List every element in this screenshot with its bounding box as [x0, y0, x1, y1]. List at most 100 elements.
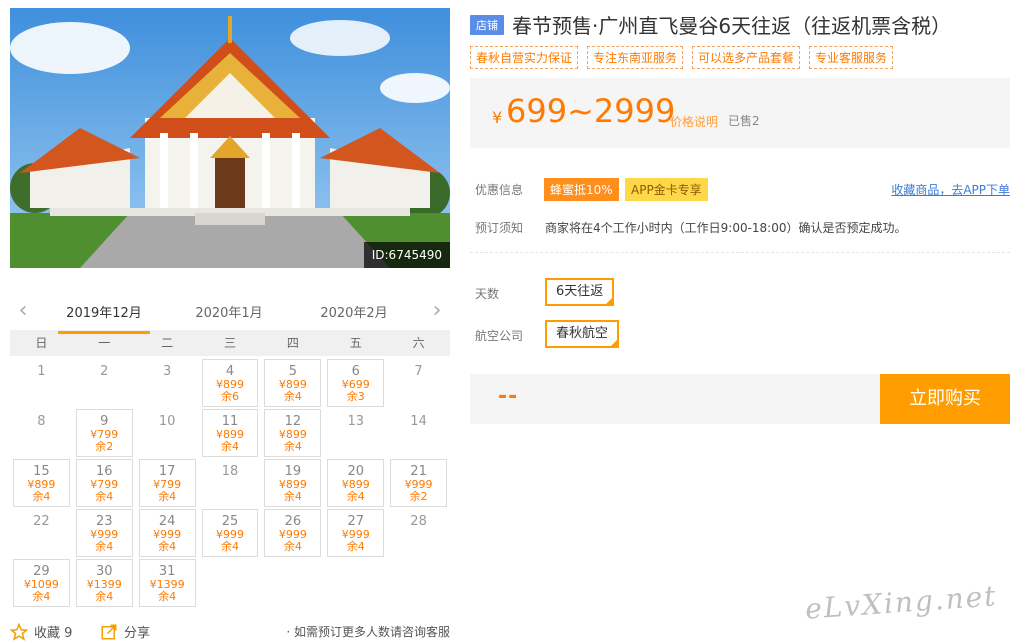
calendar-day-available[interactable]: 29 ¥1099 余4: [13, 559, 70, 607]
service-tag: 专注东南亚服务: [587, 46, 684, 69]
calendar-day-available[interactable]: 5 ¥899 余4: [264, 359, 322, 407]
day-stock: 余4: [158, 540, 177, 553]
day-number: 2: [100, 364, 109, 379]
day-stock: 余4: [32, 490, 51, 503]
calendar-day-available[interactable]: 19 ¥899 余4: [264, 459, 322, 507]
calendar-day-available[interactable]: 30 ¥1399 余4: [75, 559, 133, 607]
day-number: 14: [410, 414, 427, 429]
calendar-day-available[interactable]: 23 ¥999 余4: [75, 509, 133, 557]
price-box: ¥ 699~2999 价格说明 已售2: [470, 78, 1010, 148]
product-page: ID:6745490 ‹ 2019年12月 2020年1月 2020年2月 › …: [0, 0, 1014, 642]
day-number: 22: [33, 514, 50, 529]
booking-notice: 商家将在4个工作小时内（工作日9:00-18:00）确认是否预定成功。: [545, 221, 907, 235]
share-icon: [101, 624, 117, 639]
day-stock: 余4: [32, 590, 51, 603]
calendar-day-available[interactable]: 12 ¥899 余4: [264, 409, 322, 457]
tab-month-3[interactable]: 2020年2月: [308, 302, 400, 331]
group-booking-note: · 如需预订更多人数请咨询客服: [286, 625, 450, 639]
watermark: eLvXing.net: [804, 579, 999, 626]
day-number: 26: [284, 514, 302, 529]
chevron-right-icon[interactable]: ›: [428, 300, 446, 323]
shop-badge[interactable]: 店铺: [470, 14, 504, 35]
day-number: 23: [96, 514, 113, 529]
calendar-day-available[interactable]: 21 ¥999 余2: [390, 459, 447, 507]
day-number: 16: [96, 464, 113, 479]
day-number: 24: [158, 514, 176, 529]
favorite-button[interactable]: 收藏 9: [10, 622, 72, 641]
weekday-label: 五: [349, 336, 362, 350]
buy-bar: -- 立即购买: [470, 374, 1010, 424]
service-tag: 春秋自营实力保证: [470, 46, 579, 69]
day-stock: 余4: [95, 490, 114, 503]
temple-photo: [10, 8, 450, 268]
day-number: 29: [33, 564, 50, 579]
day-stock: 余4: [346, 490, 365, 503]
calendar-day-available[interactable]: 15 ¥899 余4: [13, 459, 70, 507]
day-stock: 余4: [283, 390, 302, 403]
calendar-day: 22: [12, 509, 71, 559]
sold-count: 已售2: [728, 114, 760, 128]
product-title-row: 店铺 春节预售·广州直飞曼谷6天往返（往返机票含税）: [470, 10, 1010, 39]
promo-label: 优惠信息: [475, 183, 524, 197]
calendar-day-available[interactable]: 4 ¥899 余6: [201, 359, 259, 407]
day-number: 25: [221, 514, 239, 529]
calendar-day-available[interactable]: 25 ¥999 余4: [201, 509, 259, 557]
day-number: 6: [351, 364, 360, 379]
day-number: 19: [284, 464, 302, 479]
day-stock: 余4: [346, 540, 365, 553]
day-number: 10: [158, 414, 176, 429]
day-number: 4: [225, 364, 235, 379]
day-stock: 余4: [95, 540, 114, 553]
day-number: 5: [288, 364, 297, 379]
share-button[interactable]: 分享: [100, 622, 150, 641]
favorite-app-link[interactable]: 收藏商品，去APP下单: [891, 181, 1010, 198]
day-number: 13: [347, 414, 364, 429]
day-stock: 余6: [220, 390, 239, 403]
price-explain-link[interactable]: 价格说明: [670, 113, 718, 130]
chevron-left-icon[interactable]: ‹: [14, 300, 32, 323]
price-calendar: ‹ 2019年12月 2020年1月 2020年2月 › 日 一 二 三 四 五…: [10, 296, 450, 609]
month-switcher: ‹ 2019年12月 2020年1月 2020年2月 ›: [10, 296, 450, 334]
day-stock: 余4: [95, 590, 114, 603]
product-title: 春节预售·广州直飞曼谷6天往返（往返机票含税）: [512, 14, 952, 38]
promo-badge-app: APP金卡专享: [625, 178, 708, 201]
section-divider: [470, 252, 1010, 253]
day-number: 31: [158, 564, 176, 579]
weekday-label: 六: [412, 336, 425, 350]
day-stock: 余4: [283, 490, 302, 503]
calendar-day-available[interactable]: 16 ¥799 余4: [75, 459, 133, 507]
day-number: 7: [414, 364, 423, 379]
day-number: 3: [162, 364, 172, 379]
day-stock: 余4: [220, 440, 239, 453]
service-tags: 春秋自营实力保证 专注东南亚服务 可以选多产品套餐 专业客服服务: [470, 46, 902, 69]
day-number: 21: [410, 464, 427, 479]
calendar-day-available[interactable]: 27 ¥999 余4: [327, 509, 385, 557]
calendar-day-available[interactable]: 9 ¥799 余2: [75, 409, 133, 457]
days-option[interactable]: 6天往返: [545, 278, 615, 308]
calendar-day: 28: [389, 509, 448, 559]
buy-now-button[interactable]: 立即购买: [880, 374, 1010, 424]
day-number: 20: [347, 464, 364, 479]
calendar-day-available[interactable]: 11 ¥899 余4: [201, 409, 259, 457]
favorite-label: 收藏 9: [34, 626, 73, 641]
days-label: 天数: [475, 287, 500, 301]
day-number: 9: [100, 414, 109, 429]
calendar-day-available[interactable]: 6 ¥699 余3: [327, 359, 385, 407]
calendar-day: 13: [326, 409, 385, 459]
day-stock: 余4: [283, 540, 302, 553]
calendar-day-available[interactable]: 26 ¥999 余4: [264, 509, 322, 557]
day-number: 8: [37, 414, 46, 429]
airline-option[interactable]: 春秋航空: [545, 320, 620, 350]
calendar-day-available[interactable]: 24 ¥999 余4: [138, 509, 196, 557]
currency-symbol: ¥: [492, 108, 503, 127]
calendar-day-available[interactable]: 31 ¥1399 余4: [138, 559, 196, 607]
price-range: 699~2999: [506, 92, 676, 130]
calendar-day: 7: [389, 359, 448, 409]
share-label: 分享: [124, 626, 151, 641]
tab-month-2[interactable]: 2020年1月: [183, 302, 275, 331]
calendar-day: 14: [389, 409, 448, 459]
calendar-day-available[interactable]: 17 ¥799 余4: [138, 459, 196, 507]
airline-label: 航空公司: [475, 329, 524, 343]
calendar-day-available[interactable]: 20 ¥899 余4: [327, 459, 385, 507]
tab-month-1[interactable]: 2019年12月: [58, 302, 150, 334]
